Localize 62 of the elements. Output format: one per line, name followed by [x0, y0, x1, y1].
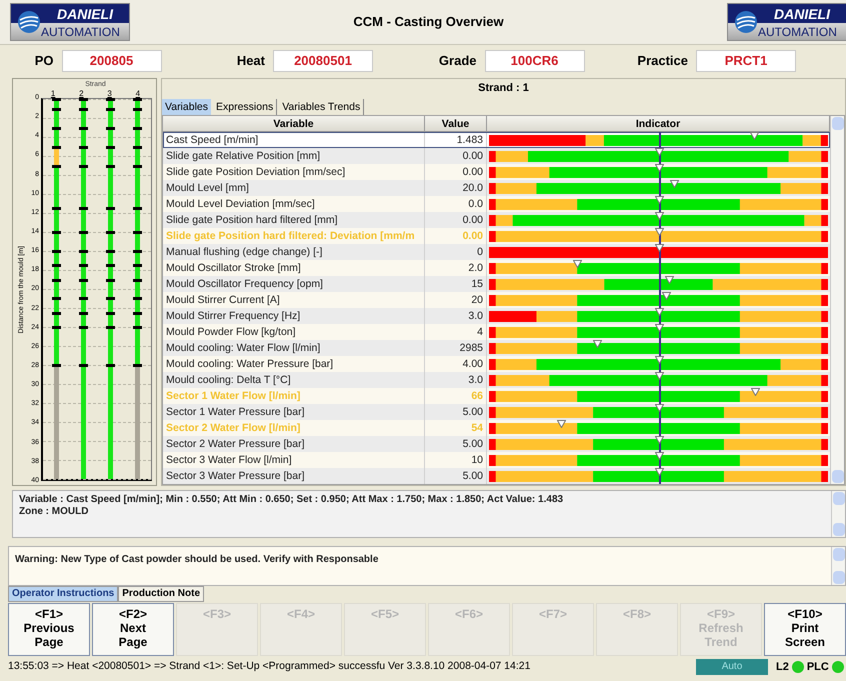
function-key-button[interactable]: <F1> Previous Page	[8, 603, 90, 656]
logo-icon	[17, 10, 41, 34]
strand-label: 4	[136, 89, 140, 98]
scrollbar[interactable]	[831, 491, 845, 537]
table-row[interactable]: Mould cooling: Delta T [°C] 3.0	[163, 372, 830, 388]
value-field[interactable]: 20080501	[273, 50, 373, 72]
column-header[interactable]: Variable	[163, 116, 425, 131]
strand-label: 1	[50, 89, 56, 98]
table-row[interactable]: Mould Powder Flow [kg/ton] 4	[163, 324, 830, 340]
logo-icon	[734, 10, 758, 34]
value-field[interactable]: PRCT1	[696, 50, 796, 72]
details-text: Variable : Cast Speed [m/min]; Min : 0.550; Att Min : 0.650; Set : 0.950; Att Max : 1.750; Max : 1.850; Act Value: 1.483	[19, 494, 564, 506]
strand-bar[interactable]	[133, 99, 142, 479]
table-row[interactable]: Sector 3 Water Flow [l/min] 10	[163, 452, 830, 468]
table-row[interactable]: Mould Stirrer Frequency [Hz] 3.0	[163, 308, 830, 324]
strand-bar[interactable]	[52, 99, 61, 479]
scrollbar[interactable]	[830, 116, 844, 484]
link-label: L2	[776, 660, 789, 675]
table-row[interactable]: Manual flushing (edge change) [-] 0	[163, 244, 830, 260]
field-label: Practice	[637, 52, 688, 70]
table-row[interactable]: Sector 1 Water Pressure [bar] 5.00	[163, 404, 830, 420]
logo-line: AUTOMATION	[758, 26, 837, 38]
table-cell: 5.00	[425, 468, 487, 484]
table-row[interactable]: Slide gate Relative Position [mm] 0.00	[163, 148, 830, 164]
table-row[interactable]: Mould cooling: Water Pressure [bar] 4.00	[163, 356, 830, 372]
field-label: PO	[34, 52, 54, 70]
table-row[interactable]: Slide gate Position hard filtered [mm] 0.00	[163, 212, 830, 228]
window-title: CCM - Casting Overview	[353, 13, 504, 32]
table-row[interactable]: Mould Oscillator Stroke [mm] 2.0	[163, 260, 830, 276]
link-label: PLC	[806, 660, 829, 675]
tab[interactable]: Production Note	[118, 586, 204, 602]
scrollbar[interactable]	[831, 547, 845, 585]
strand-bar[interactable]	[79, 99, 88, 479]
table-row[interactable]: Mould cooling: Water Flow [l/min] 2985	[163, 340, 830, 356]
strand-label: 2	[79, 89, 84, 98]
tab[interactable]: Variables	[162, 99, 211, 115]
message-text: Warning: New Type of Cast powder should be used. Verify with Responsable	[14, 553, 380, 567]
strand-label: 3	[107, 89, 112, 98]
status-message: 13:55:03 => Heat <20080501> => Strand <1>: Set-Up <Programmed> successfu Ver 3.3.8.10 2008-04-07 14:21	[7, 659, 532, 674]
table-row[interactable]: Sector 2 Water Pressure [bar] 5.00	[163, 436, 830, 452]
details-text: Zone : MOULD	[19, 506, 90, 518]
table-cell: Sector 3 Water Pressure [bar]	[163, 468, 425, 484]
function-key-button[interactable]: <F10> Print Screen	[764, 603, 846, 656]
column-header[interactable]: Value	[425, 116, 487, 131]
table-row[interactable]: Sector 3 Water Pressure [bar] 5.00	[163, 468, 830, 484]
tab[interactable]: Operator Instructions	[8, 586, 118, 602]
value-field[interactable]: 100CR6	[484, 50, 584, 72]
value-field[interactable]: 200805	[62, 50, 162, 72]
logo-line: DANIELI	[774, 6, 830, 20]
table-row[interactable]: Slide gate Position Deviation [mm/sec] 0.00	[163, 164, 830, 180]
table-row[interactable]: Mould Level Deviation [mm/sec] 0.0	[163, 196, 830, 212]
logo-line: DANIELI	[57, 6, 113, 20]
field-label: Heat	[236, 52, 265, 70]
section-title: Strand : 1	[478, 81, 529, 96]
function-key-button[interactable]: <F2> Next Page	[92, 603, 174, 656]
strand-bar[interactable]	[106, 99, 115, 479]
table-row[interactable]: Mould Oscillator Frequency [opm] 15	[163, 276, 830, 292]
table-row[interactable]: Mould Level [mm] 20.0	[163, 180, 830, 196]
table-row[interactable]: Mould Stirrer Current [A] 20	[163, 292, 830, 308]
field-label: Grade	[438, 52, 476, 70]
logo-line: AUTOMATION	[41, 26, 120, 38]
mode-indicator: Auto	[696, 659, 768, 675]
